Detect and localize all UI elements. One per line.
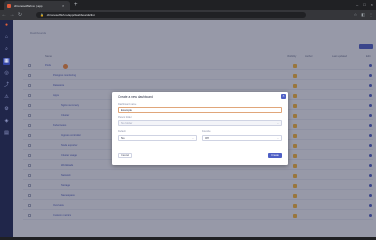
maximize-icon[interactable]: □ — [363, 1, 365, 9]
cancel-button[interactable]: Cancel — [118, 153, 132, 158]
chevron-down-icon: ⌄ — [276, 122, 279, 125]
docs-icon[interactable]: ▤ — [3, 130, 10, 137]
favorite-value: Off — [205, 136, 209, 140]
search-icon[interactable]: ⌕ — [3, 46, 10, 53]
new-tab-button[interactable]: + — [74, 1, 78, 9]
favorite-select[interactable]: Off ⌄ — [202, 135, 282, 141]
dashboards-icon[interactable]: ▦ — [3, 58, 10, 65]
logo-icon[interactable]: ● — [3, 22, 10, 29]
reload-icon[interactable]: ↻ — [16, 12, 24, 18]
browser-tab[interactable]: chronosoffish.io | app × — [4, 1, 70, 10]
close-window-icon[interactable]: × — [371, 1, 373, 9]
folder-select[interactable]: No folder ⌄ — [118, 120, 282, 126]
folder-label: Parent folder — [118, 116, 132, 119]
metrics-icon[interactable]: ⤴ — [3, 82, 10, 89]
address-bar-actions: ☆ ◧ ⋮ — [354, 12, 373, 18]
menu-icon[interactable]: ⋮ — [369, 12, 373, 18]
settings-icon[interactable]: ⚙ — [3, 106, 10, 113]
modal-title: Create a new dashboard — [118, 95, 153, 99]
default-value: No — [121, 136, 125, 140]
create-button[interactable]: Create — [268, 153, 282, 158]
shield-icon[interactable]: ◈ — [3, 118, 10, 125]
close-icon[interactable]: × — [281, 94, 286, 99]
minimize-icon[interactable]: – — [356, 1, 358, 9]
alerts-icon[interactable]: ⚠ — [3, 94, 10, 101]
tab-title: chronosoffish.io | app — [14, 3, 43, 8]
app-sidebar: ● ⌂ ⌕ ▦ ◎ ⤴ ⚠ ⚙ ◈ ▤ — [0, 20, 13, 237]
tab-close-icon[interactable]: × — [62, 3, 64, 8]
bookmark-icon[interactable]: ☆ — [354, 12, 358, 18]
default-label: Default — [118, 130, 126, 133]
dashboard-name-input[interactable]: Example — [118, 107, 282, 113]
lock-icon: 🔒 — [40, 13, 44, 17]
chevron-down-icon: ⌄ — [191, 137, 194, 140]
create-dashboard-modal: Create a new dashboard × Dashboard name … — [112, 92, 288, 165]
browser-tab-bar: chronosoffish.io | app × + – □ × — [0, 0, 376, 10]
chevron-down-icon: ⌄ — [276, 137, 279, 140]
default-select[interactable]: No ⌄ — [118, 135, 197, 141]
sidepanel-icon[interactable]: ◧ — [361, 12, 365, 18]
forward-icon[interactable]: → — [8, 12, 16, 18]
url-text: chronosoffish.io/app/dashboards/list — [46, 13, 95, 17]
favorite-label: Favorite — [202, 130, 211, 133]
url-field[interactable]: 🔒 chronosoffish.io/app/dashboards/list — [36, 12, 306, 18]
favicon-icon — [7, 3, 11, 8]
folder-value: No folder — [121, 121, 133, 125]
home-icon[interactable]: ⌂ — [3, 34, 10, 41]
explore-icon[interactable]: ◎ — [3, 70, 10, 77]
address-bar: ← → ↻ 🔒 chronosoffish.io/app/dashboards/… — [0, 10, 376, 20]
window-controls: – □ × — [356, 1, 373, 9]
back-icon[interactable]: ← — [0, 12, 8, 18]
name-label: Dashboard name — [118, 103, 137, 106]
